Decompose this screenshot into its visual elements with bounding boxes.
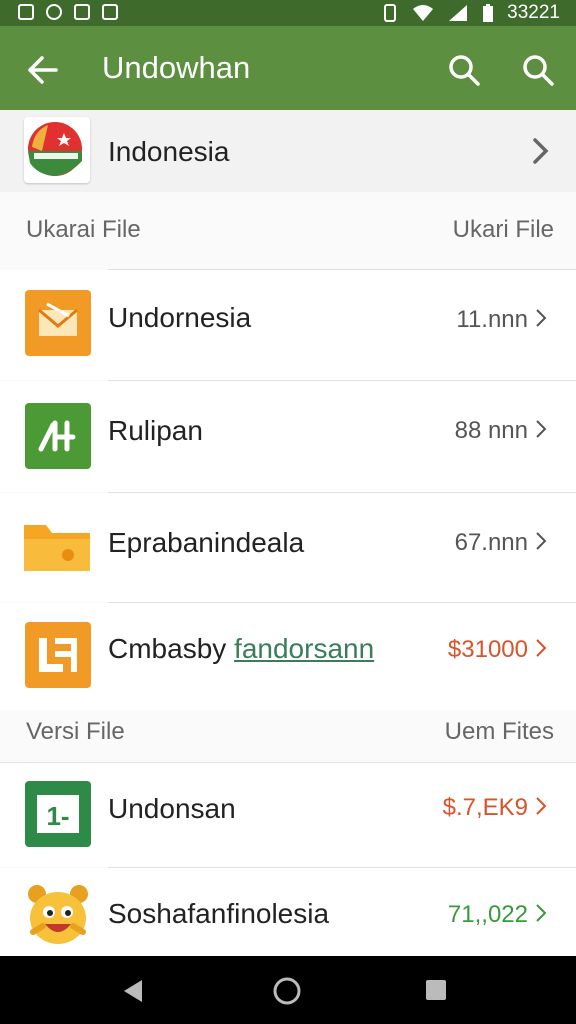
gmail-icon [18,4,34,20]
country-selector[interactable]: Indonesia [0,110,576,192]
section-title: Versi File [26,718,125,745]
chevron-right-icon [536,639,547,657]
list-item[interactable]: Eprabanindeala 67.nnn [0,493,576,602]
list-item[interactable]: 1- Undonsan $.7,EK9 [0,763,576,867]
section-header: Versi File Uem Fites [0,702,576,762]
section-title: Ukarai File [26,216,141,243]
status-time: 33221 [507,2,560,23]
status-left-icons [18,4,118,20]
status-right: 33221 [381,2,560,24]
chevron-right-icon [536,420,547,438]
status-bar: 33221 [0,0,576,26]
chevron-right-icon [533,138,549,164]
section-header: Ukarai File Ukari File [0,192,576,252]
folder-icon [22,515,92,581]
photo-icon [74,4,90,20]
list-item-label: Undornesia [108,302,252,333]
list-item-label-main: Cmbasby [108,633,227,664]
search-icon[interactable] [518,50,558,90]
list-item[interactable]: Rulipan 88 nnn [0,381,576,492]
signal-icon [449,5,468,21]
list-item-value: 67.nnn [454,529,528,556]
vibrate-icon [384,4,397,22]
list-item-label: Eprabanindeala [108,527,305,558]
list-item-value: $.7,EK9 [442,794,528,821]
wifi-icon [413,5,434,21]
chevron-right-icon [536,797,547,815]
flag-icon [24,117,90,183]
back-arrow-icon[interactable] [22,50,62,90]
image-icon [102,4,118,20]
country-name: Indonesia [108,136,230,167]
nav-home-icon[interactable] [272,976,302,1006]
app-bar: Undowhan [0,26,576,110]
list-item[interactable]: Undornesia 11.nnn [0,270,576,380]
search-icon[interactable] [444,50,484,90]
edit-icon [25,403,91,469]
nav-back-icon[interactable] [120,978,146,1004]
svg-text:1-: 1- [46,801,69,831]
list-item-link[interactable]: fandorsann [234,633,374,664]
chevron-right-icon [536,309,547,327]
record-icon [46,4,62,20]
list-item-label: Rulipan [108,415,203,446]
list-item[interactable]: Cmbasby fandorsann $31000 [0,603,576,710]
section-aside: Ukari File [452,216,554,243]
system-nav-bar [0,956,576,1024]
mail-icon [25,290,91,356]
list-item-value: 11.nnn [456,306,528,333]
chevron-right-icon [536,904,547,922]
battery-icon [483,4,494,22]
nav-recents-icon[interactable] [424,978,448,1002]
chevron-right-icon [536,532,547,550]
section-aside: Uem Fites [444,718,554,745]
app-title: Undowhan [102,50,251,85]
list-item[interactable]: Soshafanfinolesia 71,,022 [0,868,576,956]
number-icon: 1- [25,781,91,847]
list-item-label: Undonsan [108,793,236,824]
list-item-value: 88 nnn [454,417,528,444]
list-item-label: Soshafanfinolesia [108,898,330,929]
document-icon [25,622,91,688]
mascot-icon [25,882,91,948]
list-item-label: Cmbasby fandorsann [108,633,374,665]
list-item-value: 71,,022 [447,901,528,928]
list-item-value: $31000 [447,636,528,663]
